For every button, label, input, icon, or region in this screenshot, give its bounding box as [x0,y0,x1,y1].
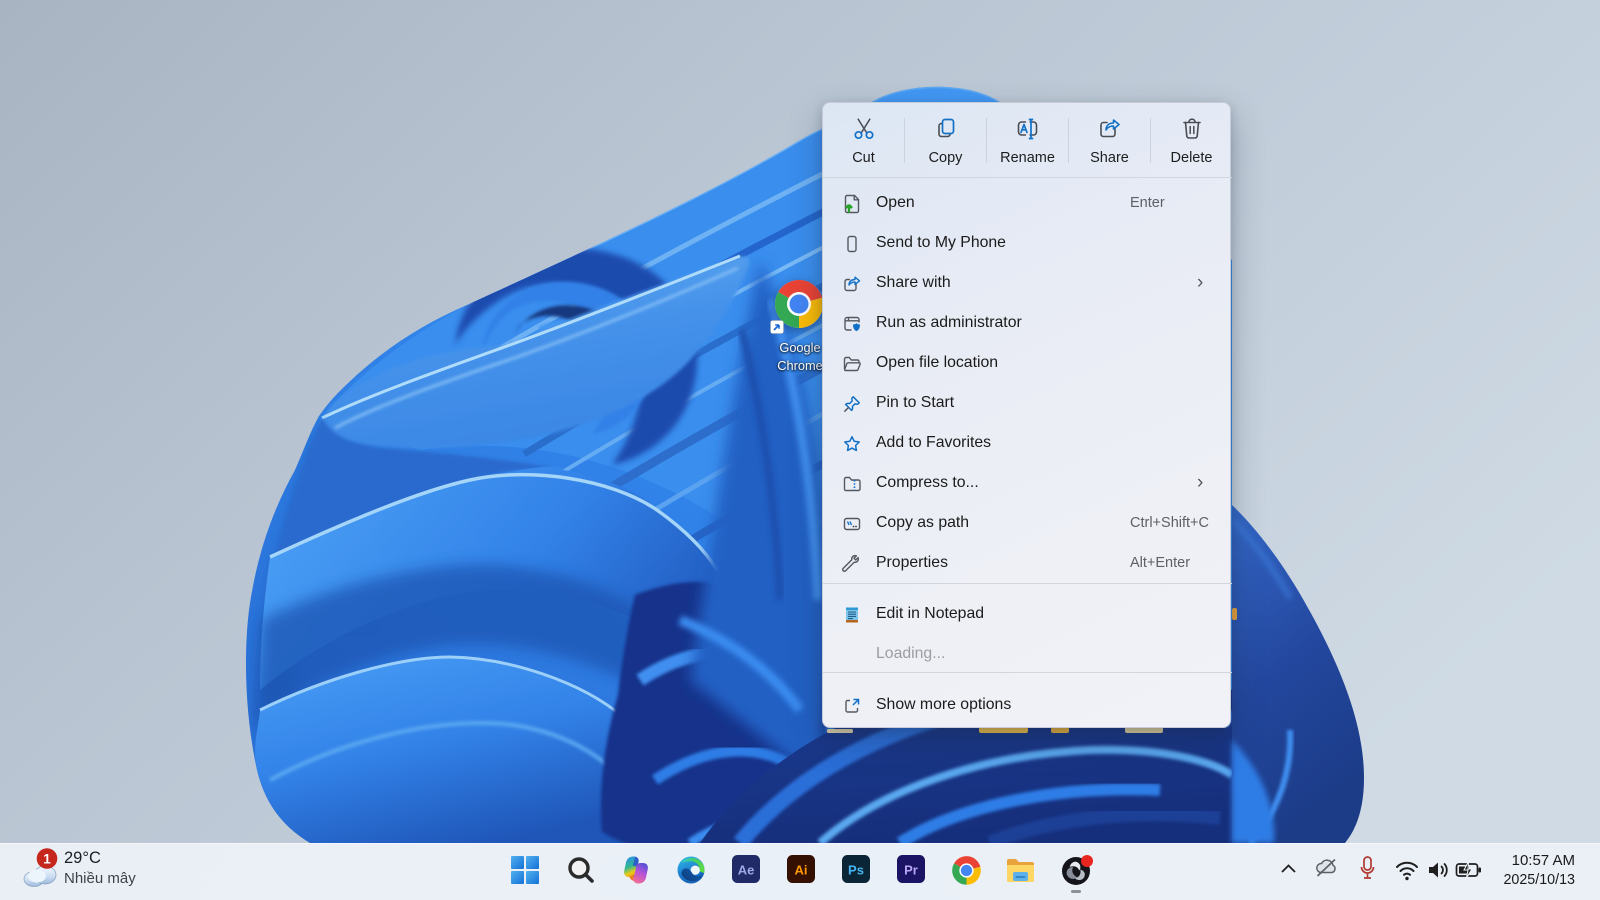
svg-text:Ps: Ps [848,863,864,878]
svg-text:1: 1 [43,852,51,867]
svg-text:Ae: Ae [738,863,755,878]
svg-text:Pr: Pr [904,863,918,878]
svg-text:Ai: Ai [795,863,808,878]
